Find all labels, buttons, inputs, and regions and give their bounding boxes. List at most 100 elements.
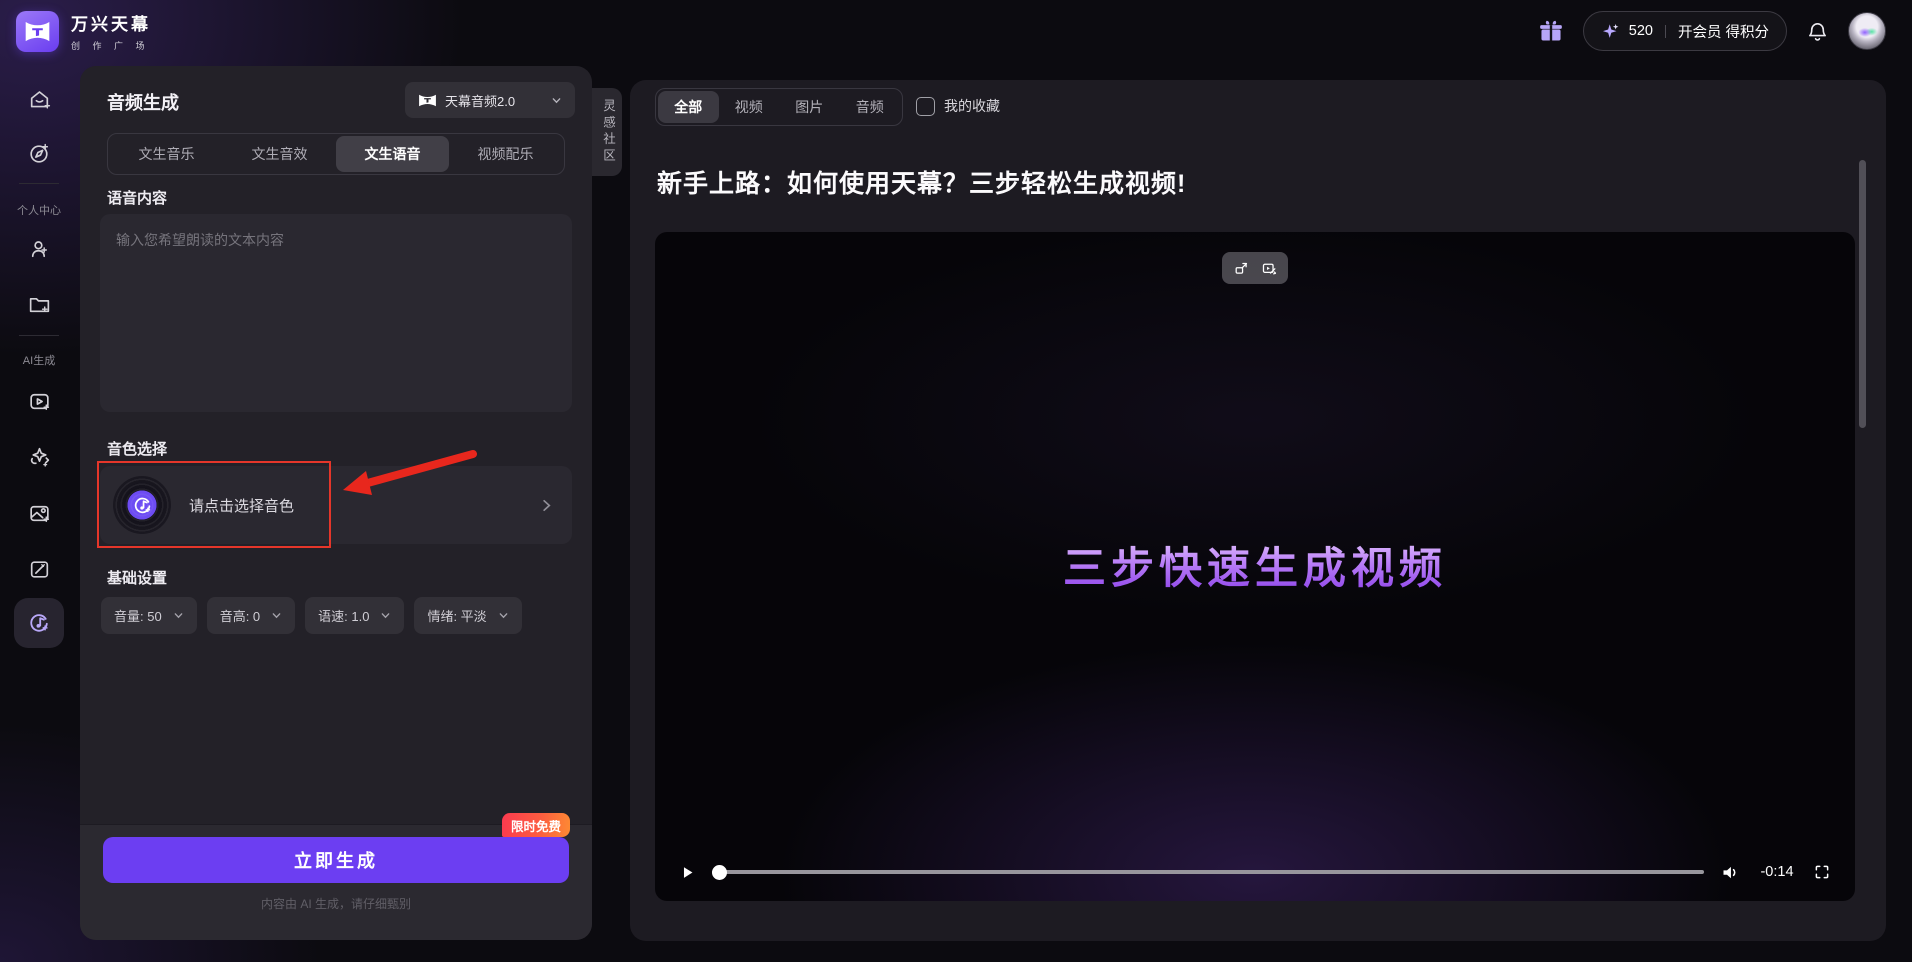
sparkle-icon xyxy=(1602,23,1619,38)
credits-count: 520 xyxy=(1628,23,1653,39)
sidebar: 个人中心 AI生成 xyxy=(0,62,78,962)
video-generate-icon xyxy=(29,393,49,410)
chevron-down-icon xyxy=(272,613,281,619)
voice-select-row[interactable]: 请点击选择音色 xyxy=(100,466,572,544)
brand-title: 万兴天幕 xyxy=(71,15,151,34)
brand-text: 万兴天幕 创 作 广 场 xyxy=(71,10,151,52)
basic-settings-row: 音量: 50 音高: 0 语速: 1.0 情绪: 平淡 xyxy=(101,597,522,634)
video-edit-icon[interactable] xyxy=(1261,260,1278,277)
model-selector[interactable]: 天幕音频2.0 xyxy=(405,82,575,118)
folder-icon xyxy=(29,297,49,312)
favorites-filter[interactable]: 我的收藏 xyxy=(916,96,1000,116)
image-generate-icon xyxy=(29,505,49,522)
speed-value: 语速: 1.0 xyxy=(318,609,370,624)
voice-content-input[interactable] xyxy=(100,214,572,412)
app-root: 万兴天幕 创 作 广 场 520 开会员 得积分 个人中心 AI生成 灵感社区 … xyxy=(0,0,1912,962)
tab-video-score[interactable]: 视频配乐 xyxy=(449,136,562,172)
sidebar-item-video-generate[interactable] xyxy=(18,380,60,422)
sidebar-item-ai-edit[interactable] xyxy=(18,548,60,590)
sidebar-item-files[interactable] xyxy=(18,283,60,325)
voice-select-label: 音色选择 xyxy=(107,441,168,458)
pitch-select[interactable]: 音高: 0 xyxy=(206,597,296,634)
panel-footer: 限时免费 立即生成 内容由 AI 生成，请仔细甄别 xyxy=(80,813,592,940)
emotion-select[interactable]: 情绪: 平淡 xyxy=(414,597,522,634)
audio-mode-tabs: 文生音乐 文生音效 文生语音 视频配乐 xyxy=(107,133,565,175)
volume-value: 音量: 50 xyxy=(114,609,162,624)
fullscreen-icon xyxy=(1815,865,1829,879)
scrollbar-thumb[interactable] xyxy=(1859,160,1866,428)
sidebar-group-personal: 个人中心 xyxy=(17,205,61,217)
model-selector-value: 天幕音频2.0 xyxy=(445,93,516,109)
basic-settings-label: 基础设置 xyxy=(107,570,168,587)
ai-disclaimer: 内容由 AI 生成，请仔细甄别 xyxy=(260,897,411,911)
volume-select[interactable]: 音量: 50 xyxy=(101,597,197,634)
topbar-actions: 520 开会员 得积分 xyxy=(1538,11,1886,51)
community-tab[interactable]: 灵感社区 xyxy=(588,88,622,176)
chevron-down-icon xyxy=(552,97,561,103)
chevron-down-icon xyxy=(174,613,183,619)
page-title: 新手上路：如何使用天幕？三步轻松生成视频! xyxy=(657,170,1187,198)
filter-tab-video[interactable]: 视频 xyxy=(719,91,780,123)
chevron-down-icon xyxy=(499,613,508,619)
tab-text-to-sfx[interactable]: 文生音效 xyxy=(223,136,336,172)
pitch-value: 音高: 0 xyxy=(219,609,261,624)
user-avatar[interactable] xyxy=(1848,12,1886,50)
notification-bell-icon[interactable] xyxy=(1806,20,1829,43)
filter-tab-audio[interactable]: 音频 xyxy=(840,91,901,123)
volume-icon xyxy=(1723,866,1736,878)
audio-generation-panel: 音频生成 天幕音频2.0 文生音乐 文生音效 文生语音 视频配乐 语音内容 音色… xyxy=(80,66,592,940)
tab-text-to-music[interactable]: 文生音乐 xyxy=(110,136,223,172)
sidebar-item-audio-generate[interactable] xyxy=(14,598,64,648)
home-icon xyxy=(30,90,50,109)
topbar: 万兴天幕 创 作 广 场 520 开会员 得积分 xyxy=(0,0,1912,62)
play-button[interactable] xyxy=(679,864,696,881)
app-logo-icon xyxy=(16,10,59,52)
volume-button[interactable] xyxy=(1720,862,1741,883)
community-tab-label: 灵感社区 xyxy=(601,99,615,165)
effects-icon xyxy=(30,447,49,467)
chevron-right-icon xyxy=(543,499,551,511)
play-icon xyxy=(683,866,693,878)
sidebar-item-home[interactable] xyxy=(18,78,60,120)
panel-title: 音频生成 xyxy=(107,93,179,113)
progress-slider[interactable] xyxy=(712,864,1704,880)
membership-label: 开会员 得积分 xyxy=(1677,24,1769,41)
sidebar-item-explore[interactable] xyxy=(18,132,60,174)
membership-credits-button[interactable]: 520 开会员 得积分 xyxy=(1582,11,1787,51)
vinyl-record-icon xyxy=(113,476,171,534)
filter-tab-all[interactable]: 全部 xyxy=(658,91,719,123)
fullscreen-button[interactable] xyxy=(1813,863,1831,881)
audio-generate-icon xyxy=(30,614,48,632)
time-remaining: -0:14 xyxy=(1760,864,1794,880)
progress-thumb[interactable] xyxy=(712,864,727,880)
sidebar-item-effects[interactable] xyxy=(18,435,60,477)
pip-icon[interactable] xyxy=(1233,260,1250,277)
generate-button[interactable]: 立即生成 xyxy=(103,837,569,883)
profile-icon xyxy=(31,240,47,257)
sidebar-item-profile[interactable] xyxy=(18,228,60,270)
favorites-label: 我的收藏 xyxy=(944,98,1000,114)
voice-select-placeholder: 请点击选择音色 xyxy=(189,497,295,515)
filter-tab-image[interactable]: 图片 xyxy=(779,91,840,123)
brand[interactable]: 万兴天幕 创 作 广 场 xyxy=(16,10,151,52)
brand-subtitle: 创 作 广 场 xyxy=(71,41,150,51)
emotion-value: 情绪: 平淡 xyxy=(427,609,487,624)
tab-text-to-speech[interactable]: 文生语音 xyxy=(336,136,449,172)
video-toolbar xyxy=(1222,252,1288,284)
sidebar-group-ai: AI生成 xyxy=(22,355,56,367)
sidebar-item-image-generate[interactable] xyxy=(18,492,60,534)
ai-edit-icon xyxy=(30,560,48,578)
progress-track[interactable] xyxy=(712,869,1704,875)
speed-select[interactable]: 语速: 1.0 xyxy=(305,597,405,634)
pill-separator xyxy=(1664,24,1666,38)
sidebar-divider xyxy=(19,183,59,184)
gift-icon[interactable] xyxy=(1538,18,1564,44)
compass-icon xyxy=(29,143,48,163)
voice-content-label: 语音内容 xyxy=(107,190,168,207)
video-player[interactable]: 三步快速生成视频 -0:14 xyxy=(655,232,1855,901)
media-filter-tabs: 全部 视频 图片 音频 xyxy=(655,88,903,126)
favorites-checkbox[interactable] xyxy=(916,96,935,116)
content-panel: 全部 视频 图片 音频 我的收藏 新手上路：如何使用天幕？三步轻松生成视频! 三… xyxy=(630,80,1886,941)
video-controls: -0:14 xyxy=(679,855,1831,889)
sidebar-divider xyxy=(19,335,59,336)
